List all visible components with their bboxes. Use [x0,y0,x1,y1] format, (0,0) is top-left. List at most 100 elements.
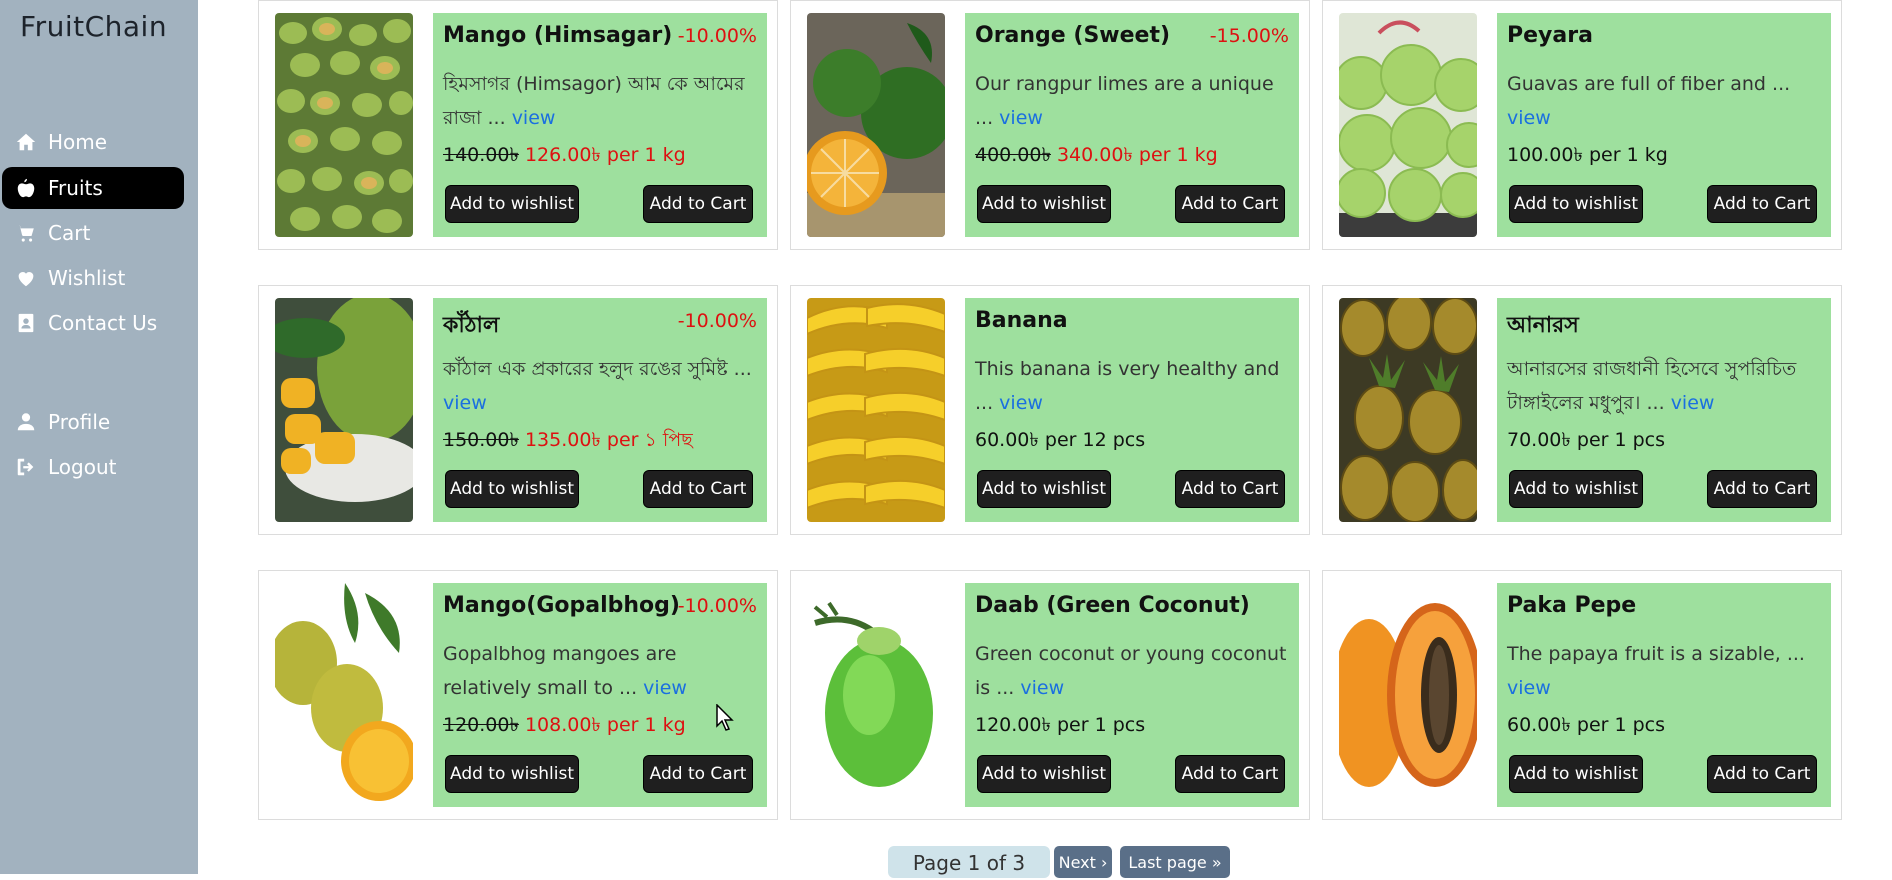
product-description: Our rangpur limes are a unique ... view [975,67,1295,135]
sidebar-item-wishlist[interactable]: Wishlist [2,257,184,299]
description-text: কাঁঠাল এক প্রকারের হলুদ রঙের সুমিষ্ট ... [443,358,752,380]
add-to-wishlist-button[interactable]: Add to wishlist [445,185,579,223]
product-description: আনারসের রাজধানী হিসেবে সুপরিচিত টাঙ্গাইল… [1507,352,1827,420]
sidebar-item-profile[interactable]: Profile [2,401,184,443]
description-text: The papaya fruit is a sizable, ... [1507,643,1805,665]
product-card-body: Paka Pepe The papaya fruit is a sizable,… [1497,583,1831,807]
product-card: Daab (Green Coconut) Green coconut or yo… [790,570,1310,820]
sidebar-item-cart[interactable]: Cart [2,212,184,254]
sidebar-item-contact-us[interactable]: Contact Us [2,302,184,344]
product-description: The papaya fruit is a sizable, ... view [1507,637,1827,705]
product-description: This banana is very healthy and ... view [975,352,1295,420]
old-price: 120.00৳ [443,714,519,736]
next-page-button[interactable]: Next › [1054,846,1112,878]
view-link[interactable]: view [999,107,1043,129]
add-to-cart-button[interactable]: Add to Cart [1707,755,1817,793]
discount-badge: -10.00% [677,310,757,332]
add-to-cart-button[interactable]: Add to Cart [1707,185,1817,223]
view-link[interactable]: view [1507,677,1551,699]
view-link[interactable]: view [1020,677,1064,699]
add-to-wishlist-button[interactable]: Add to wishlist [1509,755,1643,793]
product-card-body: Orange (Sweet) -15.00% Our rangpur limes… [965,13,1299,237]
home-icon [14,130,38,154]
add-to-cart-button[interactable]: Add to Cart [643,185,753,223]
add-to-wishlist-button[interactable]: Add to wishlist [1509,185,1643,223]
add-to-cart-button[interactable]: Add to Cart [1175,755,1285,793]
sidebar-item-logout[interactable]: Logout [2,446,184,488]
product-price: 60.00৳ per 1 pcs [1507,714,1666,736]
add-to-cart-button[interactable]: Add to Cart [1707,470,1817,508]
product-title: Peyara [1507,23,1593,48]
product-price: 60.00৳ per 12 pcs [975,429,1146,451]
sidebar-item-label: Home [48,130,108,154]
product-description: হিমসাগর (Himsagor) আম কে আমের রাজা ... v… [443,67,763,135]
product-price: 140.00৳ 126.00৳ per 1 kg [443,141,686,173]
product-title: Mango(Gopalbhog) [443,593,680,618]
add-to-wishlist-button[interactable]: Add to wishlist [977,185,1111,223]
product-image [1339,298,1477,522]
product-image [807,583,945,807]
sidebar-item-home[interactable]: Home [2,121,184,163]
add-to-cart-button[interactable]: Add to Cart [643,755,753,793]
product-image [1339,583,1477,807]
description-text: হিমসাগর (Himsagor) আম কে আমের রাজা ... [443,73,745,129]
product-image [275,13,413,237]
product-title: কাঁঠাল [443,313,500,338]
product-title: Paka Pepe [1507,593,1637,618]
user-icon [14,410,38,434]
brand-title: FruitChain [20,10,168,43]
discount-badge: -10.00% [677,25,757,47]
add-to-wishlist-button[interactable]: Add to wishlist [445,470,579,508]
view-link[interactable]: view [1507,107,1551,129]
last-page-button[interactable]: Last page » [1120,846,1230,878]
product-price: 70.00৳ per 1 pcs [1507,429,1666,451]
old-price: 150.00৳ [443,429,519,451]
new-price: 340.00৳ per 1 kg [1056,144,1218,166]
view-link[interactable]: view [643,677,687,699]
old-price: 140.00৳ [443,144,519,166]
product-card: Mango (Himsagar) -10.00% হিমসাগর (Himsag… [258,0,778,250]
product-title: Daab (Green Coconut) [975,593,1250,618]
product-card-body: Mango(Gopalbhog) -10.00% Gopalbhog mango… [433,583,767,807]
description-text: আনারসের রাজধানী হিসেবে সুপরিচিত টাঙ্গাইল… [1507,358,1797,414]
product-image [807,298,945,522]
sidebar-item-fruits[interactable]: Fruits [2,167,184,209]
description-text: Gopalbhog mangoes are relatively small t… [443,643,677,699]
view-link[interactable]: view [512,107,556,129]
contact-card-icon [14,311,38,335]
product-card: Orange (Sweet) -15.00% Our rangpur limes… [790,0,1310,250]
product-card-body: Banana This banana is very healthy and .… [965,298,1299,522]
new-price: 135.00৳ per ১ পিছ [524,429,693,451]
product-card: কাঁঠাল -10.00% কাঁঠাল এক প্রকারের হলুদ র… [258,285,778,535]
product-description: Green coconut or young coconut is ... vi… [975,637,1295,705]
add-to-cart-button[interactable]: Add to Cart [1175,185,1285,223]
description-text: Guavas are full of fiber and ... [1507,73,1791,95]
discount-badge: -10.00% [677,595,757,617]
product-image [275,583,413,807]
product-image [807,13,945,237]
product-card: Paka Pepe The papaya fruit is a sizable,… [1322,570,1842,820]
add-to-wishlist-button[interactable]: Add to wishlist [977,470,1111,508]
product-card: Banana This banana is very healthy and .… [790,285,1310,535]
sidebar-item-label: Contact Us [48,311,158,335]
page-indicator: Page 1 of 3 [888,846,1050,878]
add-to-wishlist-button[interactable]: Add to wishlist [445,755,579,793]
view-link[interactable]: view [443,392,487,414]
add-to-cart-button[interactable]: Add to Cart [1175,470,1285,508]
product-card-body: Daab (Green Coconut) Green coconut or yo… [965,583,1299,807]
product-card: Mango(Gopalbhog) -10.00% Gopalbhog mango… [258,570,778,820]
add-to-wishlist-button[interactable]: Add to wishlist [1509,470,1643,508]
add-to-wishlist-button[interactable]: Add to wishlist [977,755,1111,793]
view-link[interactable]: view [1671,392,1715,414]
add-to-cart-button[interactable]: Add to Cart [643,470,753,508]
product-price: 150.00৳ 135.00৳ per ১ পিছ [443,426,693,458]
sidebar-item-label: Wishlist [48,266,126,290]
cart-icon [14,221,38,245]
view-link[interactable]: view [999,392,1043,414]
old-price: 400.00৳ [975,144,1051,166]
product-card-body: কাঁঠাল -10.00% কাঁঠাল এক প্রকারের হলুদ র… [433,298,767,522]
sidebar-item-label: Logout [48,455,117,479]
logout-icon [14,455,38,479]
product-description: কাঁঠাল এক প্রকারের হলুদ রঙের সুমিষ্ট ...… [443,352,763,420]
product-description: Gopalbhog mangoes are relatively small t… [443,637,763,705]
